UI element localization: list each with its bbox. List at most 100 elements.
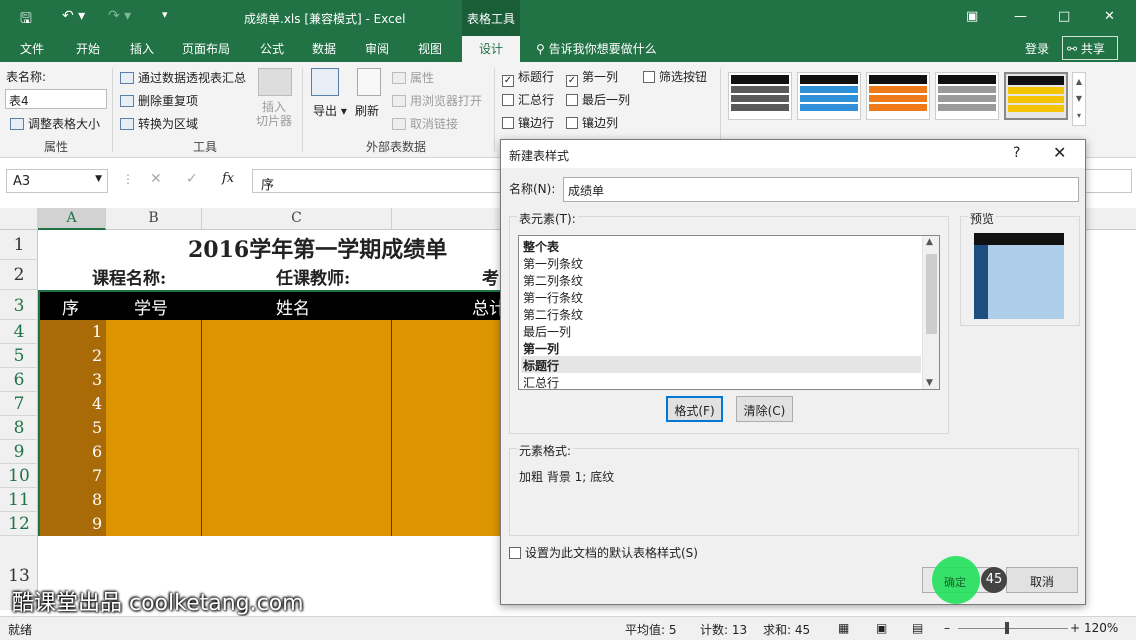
list-item[interactable]: 最后一列 bbox=[521, 322, 921, 339]
serial-cell[interactable]: 4 bbox=[92, 394, 102, 413]
select-all-corner[interactable] bbox=[0, 208, 38, 230]
serial-cell[interactable]: 7 bbox=[92, 466, 102, 485]
filter-button-checkbox[interactable]: 筛选按钮 bbox=[643, 68, 707, 85]
row-header[interactable]: 8 bbox=[0, 416, 38, 440]
tab-page-layout[interactable]: 页面布局 bbox=[182, 40, 230, 57]
list-item[interactable]: 第二行条纹 bbox=[521, 305, 921, 322]
scroll-up-icon[interactable]: ▲ bbox=[926, 237, 933, 247]
summarize-pivot-button[interactable]: 通过数据透视表汇总 bbox=[120, 69, 246, 86]
row-header[interactable]: 10 bbox=[0, 464, 38, 488]
header-row-checkbox[interactable]: ✓ 标题行 bbox=[502, 68, 554, 87]
row-header[interactable]: 7 bbox=[0, 392, 38, 416]
list-item[interactable]: 整个表 bbox=[521, 237, 921, 254]
remove-duplicates-button[interactable]: 删除重复项 bbox=[120, 92, 198, 109]
zoom-slider-thumb[interactable] bbox=[1005, 622, 1009, 634]
help-icon[interactable]: ? bbox=[1013, 145, 1020, 161]
cancel-button[interactable]: 取消 bbox=[1006, 567, 1078, 593]
list-item-selected[interactable]: 标题行 bbox=[521, 356, 921, 373]
minimize-icon[interactable]: — bbox=[1014, 9, 1027, 24]
row-header[interactable]: 6 bbox=[0, 368, 38, 392]
cancel-entry-icon[interactable]: ✕ bbox=[150, 171, 162, 187]
list-item[interactable]: 第一行条纹 bbox=[521, 288, 921, 305]
close-window-icon[interactable]: ✕ bbox=[1104, 9, 1115, 24]
clear-button[interactable]: 清除(C) bbox=[736, 396, 793, 422]
row-header[interactable]: 1 bbox=[0, 230, 38, 260]
table-style-swatch-selected[interactable] bbox=[1004, 72, 1068, 120]
convert-to-range-button[interactable]: 转换为区域 bbox=[120, 115, 198, 132]
table-element-list[interactable]: 整个表 第一列条纹 第二列条纹 第一行条纹 第二行条纹 最后一列 第一列 标题行… bbox=[518, 235, 940, 390]
unlink-button[interactable]: 取消链接 bbox=[392, 115, 458, 132]
insert-slicer-button[interactable]: 插入 切片器 bbox=[256, 100, 292, 128]
banded-columns-checkbox[interactable]: 镶边列 bbox=[566, 114, 618, 131]
tab-review[interactable]: 审阅 bbox=[365, 40, 389, 57]
ok-button-label[interactable]: 确定 bbox=[944, 574, 966, 590]
serial-cell[interactable]: 1 bbox=[92, 322, 102, 341]
share-button[interactable]: ⚯ 共享 bbox=[1062, 36, 1118, 60]
row-header[interactable]: 11 bbox=[0, 488, 38, 512]
scroll-thumb[interactable] bbox=[926, 254, 937, 334]
confirm-entry-icon[interactable]: ✓ bbox=[186, 171, 198, 187]
refresh-button[interactable]: 刷新 bbox=[355, 102, 379, 119]
table-style-swatch[interactable] bbox=[728, 72, 792, 120]
save-icon[interactable]: 🖫 bbox=[20, 8, 32, 32]
zoom-out-icon[interactable]: – bbox=[944, 621, 950, 635]
first-column-checkbox[interactable]: ✓ 第一列 bbox=[566, 68, 618, 87]
table-style-swatch[interactable] bbox=[935, 72, 999, 120]
tab-file[interactable]: 文件 bbox=[20, 40, 44, 57]
serial-cell[interactable]: 6 bbox=[92, 442, 102, 461]
total-row-checkbox[interactable]: 汇总行 bbox=[502, 91, 554, 108]
tab-formulas[interactable]: 公式 bbox=[260, 40, 284, 57]
login-link[interactable]: 登录 bbox=[1025, 40, 1049, 57]
customize-quick-access-icon[interactable]: ▾ bbox=[162, 8, 168, 21]
name-box[interactable]: A3 ▼ bbox=[6, 169, 108, 193]
zoom-level[interactable]: 120% bbox=[1084, 621, 1118, 635]
serial-cell[interactable]: 5 bbox=[92, 418, 102, 437]
tell-me-search[interactable]: ⚲ 告诉我你想要做什么 bbox=[536, 40, 657, 57]
zoom-slider[interactable] bbox=[958, 628, 1068, 629]
tab-data[interactable]: 数据 bbox=[312, 40, 336, 57]
row-header[interactable]: 5 bbox=[0, 344, 38, 368]
banded-rows-checkbox[interactable]: 镶边行 bbox=[502, 114, 554, 131]
table-style-swatch[interactable] bbox=[866, 72, 930, 120]
tab-insert[interactable]: 插入 bbox=[130, 40, 154, 57]
format-button[interactable]: 格式(F) bbox=[666, 396, 723, 422]
list-item[interactable]: 第一列 bbox=[521, 339, 921, 356]
list-item[interactable]: 第一列条纹 bbox=[521, 254, 921, 271]
row-header[interactable]: 2 bbox=[0, 260, 38, 290]
insert-function-icon[interactable]: fx bbox=[222, 171, 234, 186]
serial-cell[interactable]: 8 bbox=[92, 490, 102, 509]
table-style-swatch[interactable] bbox=[797, 72, 861, 120]
column-header-a[interactable]: A bbox=[38, 208, 106, 230]
row-header[interactable]: 3 bbox=[0, 290, 38, 320]
zoom-in-icon[interactable]: + bbox=[1070, 621, 1080, 635]
serial-cell[interactable]: 9 bbox=[92, 514, 102, 533]
list-item[interactable]: 汇总行 bbox=[521, 373, 921, 389]
open-in-browser-button[interactable]: 用浏览器打开 bbox=[392, 92, 482, 109]
serial-cell[interactable]: 2 bbox=[92, 346, 102, 365]
list-item[interactable]: 第二列条纹 bbox=[521, 271, 921, 288]
page-break-view-icon[interactable]: ▤ bbox=[912, 621, 923, 635]
close-icon[interactable]: ✕ bbox=[1053, 143, 1066, 162]
row-header[interactable]: 9 bbox=[0, 440, 38, 464]
resize-table-button[interactable]: 调整表格大小 bbox=[10, 115, 100, 132]
export-button[interactable]: 导出 ▾ bbox=[313, 102, 347, 119]
style-gallery-scroll[interactable]: ▲ ▼ ▾ bbox=[1072, 72, 1086, 126]
redo-icon[interactable]: ↷ ▾ bbox=[108, 8, 131, 24]
style-name-input[interactable]: 成绩单 bbox=[563, 177, 1079, 202]
row-header[interactable]: 4 bbox=[0, 320, 38, 344]
column-header-c[interactable]: C bbox=[202, 208, 392, 230]
last-column-checkbox[interactable]: 最后一列 bbox=[566, 91, 630, 108]
tab-home[interactable]: 开始 bbox=[76, 40, 100, 57]
tab-design[interactable]: 设计 bbox=[462, 36, 520, 62]
column-header-b[interactable]: B bbox=[106, 208, 202, 230]
page-layout-view-icon[interactable]: ▣ bbox=[876, 621, 887, 635]
serial-cell[interactable]: 3 bbox=[92, 370, 102, 389]
normal-view-icon[interactable]: ▦ bbox=[838, 621, 849, 635]
table-name-input[interactable]: 表4 bbox=[5, 89, 107, 109]
scroll-down-icon[interactable]: ▼ bbox=[926, 378, 933, 388]
list-scrollbar[interactable]: ▲ ▼ bbox=[922, 236, 939, 389]
set-default-style-checkbox[interactable]: 设置为此文档的默认表格样式(S) bbox=[509, 544, 698, 561]
ribbon-display-icon[interactable]: ▣ bbox=[966, 9, 978, 24]
row-header[interactable]: 12 bbox=[0, 512, 38, 536]
undo-icon[interactable]: ↶ ▾ bbox=[62, 8, 85, 24]
